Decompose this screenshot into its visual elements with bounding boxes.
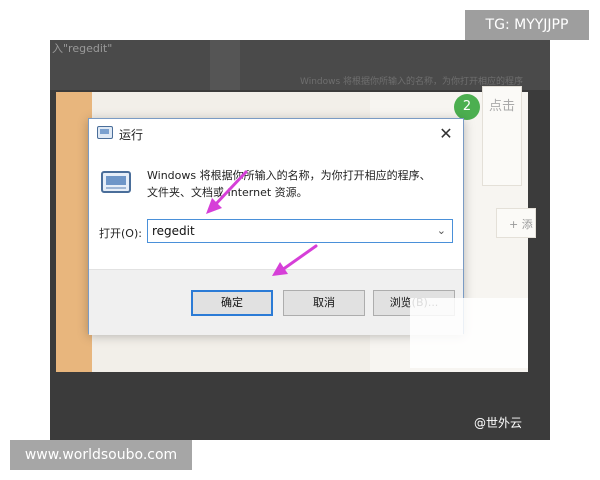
background-stripe (210, 40, 240, 90)
cancel-button[interactable]: 取消 (283, 290, 365, 316)
tg-watermark: TG: MYYJJPP (465, 10, 589, 40)
side-card-text: 点击 (489, 99, 516, 114)
dialog-titlebar: 运行 ✕ (89, 119, 463, 149)
orange-sidebar (56, 92, 92, 372)
step-badge: 2 (454, 94, 480, 120)
dialog-title: 运行 (119, 128, 144, 142)
dialog-description: Windows 将根据你所输入的名称，为你打开相应的程序、 文件夹、文档或 In… (147, 167, 447, 201)
open-label: 打开(O): (99, 227, 142, 240)
run-dialog: 运行 ✕ Windows 将根据你所输入的名称，为你打开相应的程序、 文件夹、文… (88, 118, 464, 335)
credit-watermark: @世外云 (474, 416, 523, 430)
arrow-annotation-icon (272, 244, 318, 276)
white-glare (410, 298, 528, 368)
site-watermark: www.worldsoubo.com (10, 440, 192, 470)
ok-button[interactable]: 确定 (191, 290, 273, 316)
chevron-down-icon[interactable]: ⌄ (437, 224, 446, 237)
run-app-icon (97, 126, 113, 139)
description-line: Windows 将根据你所输入的名称，为你打开相应的程序、 (147, 169, 431, 182)
screen-photo: 入"regedit" Windows 将根据你所输入的名称，为你打开相应的程序 … (50, 40, 550, 440)
run-app-icon (101, 171, 131, 193)
description-line: 文件夹、文档或 Internet 资源。 (147, 186, 308, 199)
side-card: 点击 (482, 86, 522, 186)
close-icon[interactable]: ✕ (435, 123, 457, 145)
arrow-annotation-icon (206, 170, 248, 214)
open-input[interactable] (152, 223, 422, 239)
side-add-button[interactable]: + 添 (496, 208, 536, 238)
background-header-text: 入"regedit" (52, 42, 113, 55)
background-header: 入"regedit" Windows 将根据你所输入的名称，为你打开相应的程序 (50, 40, 550, 90)
